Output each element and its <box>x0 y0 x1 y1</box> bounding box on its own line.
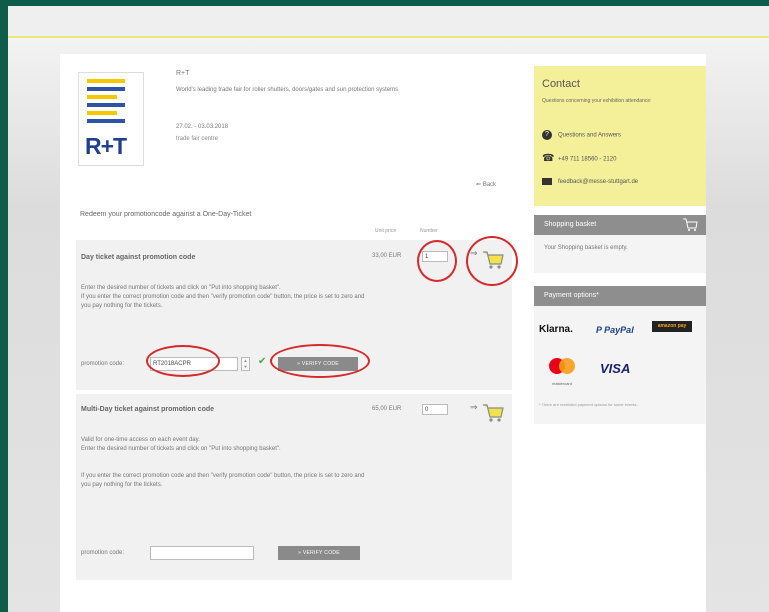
contact-faq-link[interactable]: ? Questions and Answers <box>542 130 621 140</box>
visa-logo: VISA <box>600 361 631 376</box>
klarna-logo: Klarna. <box>539 324 573 335</box>
paypal-logo: P PayPal <box>596 325 634 335</box>
promo-code-label: promotion code: <box>81 361 125 367</box>
back-arrow-icon: ⇐ <box>476 182 482 188</box>
contact-email[interactable]: feedback@messe-stuttgart.de <box>542 178 638 185</box>
promo-code-input[interactable]: RT2018ACPR <box>150 357 238 371</box>
product-price: 65,00 EUR <box>372 406 402 412</box>
contact-panel: Contact Questions concerning your exhibi… <box>534 66 706 206</box>
verify-code-button[interactable]: » VERIFY CODE <box>278 546 360 560</box>
basket-cart-icon <box>683 218 698 231</box>
col-unit-price: Unit price <box>375 228 397 234</box>
contact-row-label: feedback@messe-stuttgart.de <box>558 179 639 186</box>
question-icon: ? <box>542 130 552 140</box>
mastercard-logo: mastercard <box>546 356 578 386</box>
promo-code-label: promotion code: <box>81 550 125 556</box>
contact-phone[interactable]: ☎ +49 711 18560 - 2120 <box>542 154 616 164</box>
product-title: Day ticket against promotion code <box>81 254 196 261</box>
back-link[interactable]: ⇐ Back <box>476 181 496 188</box>
back-label: Back <box>482 182 497 188</box>
logo-text: R+T <box>85 133 127 159</box>
check-icon: ✔ <box>258 356 267 367</box>
arrow-icon: ⇒ <box>470 248 478 258</box>
contact-title: Contact <box>542 78 580 90</box>
basket-title: Shopping basket <box>544 221 597 228</box>
product-multi-day-ticket: Multi-Day ticket against promotion code … <box>76 394 512 580</box>
payment-body: Klarna. P PayPal amazon pay mastercard V… <box>534 306 706 424</box>
add-to-cart-icon[interactable] <box>482 250 504 270</box>
mail-icon <box>542 178 552 185</box>
site-header-bar <box>8 6 769 38</box>
verify-code-button[interactable]: » VERIFY CODE <box>278 357 358 371</box>
add-to-cart-icon[interactable] <box>482 403 504 423</box>
arrow-icon: ⇒ <box>470 402 478 412</box>
payment-title: Payment options* <box>544 292 599 299</box>
fair-description: World's leading trade fair for roller sh… <box>176 87 399 93</box>
contact-subtitle: Questions concerning your exhibition att… <box>542 98 652 104</box>
product-text: Enter the desired number of tickets and … <box>81 285 365 309</box>
quantity-input[interactable]: 1 <box>422 251 448 262</box>
basket-header: Shopping basket <box>534 215 706 235</box>
quantity-input[interactable]: 0 <box>422 404 448 415</box>
product-price: 33,00 EUR <box>372 253 402 259</box>
fair-name: R+T <box>176 70 190 77</box>
phone-icon: ☎ <box>542 153 555 164</box>
rt-logo: R+T <box>78 72 144 166</box>
mastercard-label: mastercard <box>551 381 572 386</box>
payment-header: Payment options* <box>534 286 706 306</box>
payment-footnote: * There are restricted payment options f… <box>539 402 638 407</box>
promo-code-input[interactable] <box>150 546 254 560</box>
col-number: Number <box>420 228 438 234</box>
contact-row-label: Questions and Answers <box>558 132 622 139</box>
basket-body: Your Shopping basket is empty. <box>534 235 706 273</box>
promo-stepper[interactable]: ▲ ▼ <box>241 357 250 371</box>
product-title: Multi-Day ticket against promotion code <box>81 406 215 413</box>
product-text: Valid for one-time access on each event … <box>81 437 365 488</box>
fair-location: trade fair centre <box>176 136 219 142</box>
mastercard-icon <box>549 358 575 374</box>
product-day-ticket: Day ticket against promotion code Enter … <box>76 240 512 390</box>
contact-row-label: +49 711 18560 - 2120 <box>558 156 617 163</box>
amazon-pay-logo: amazon pay <box>652 321 692 332</box>
redeem-intro: Redeem your promotioncode against a One-… <box>80 211 252 218</box>
basket-empty-text: Your Shopping basket is empty. <box>544 245 628 251</box>
fair-dates: 27.02. - 03.03.2018 <box>176 124 229 130</box>
